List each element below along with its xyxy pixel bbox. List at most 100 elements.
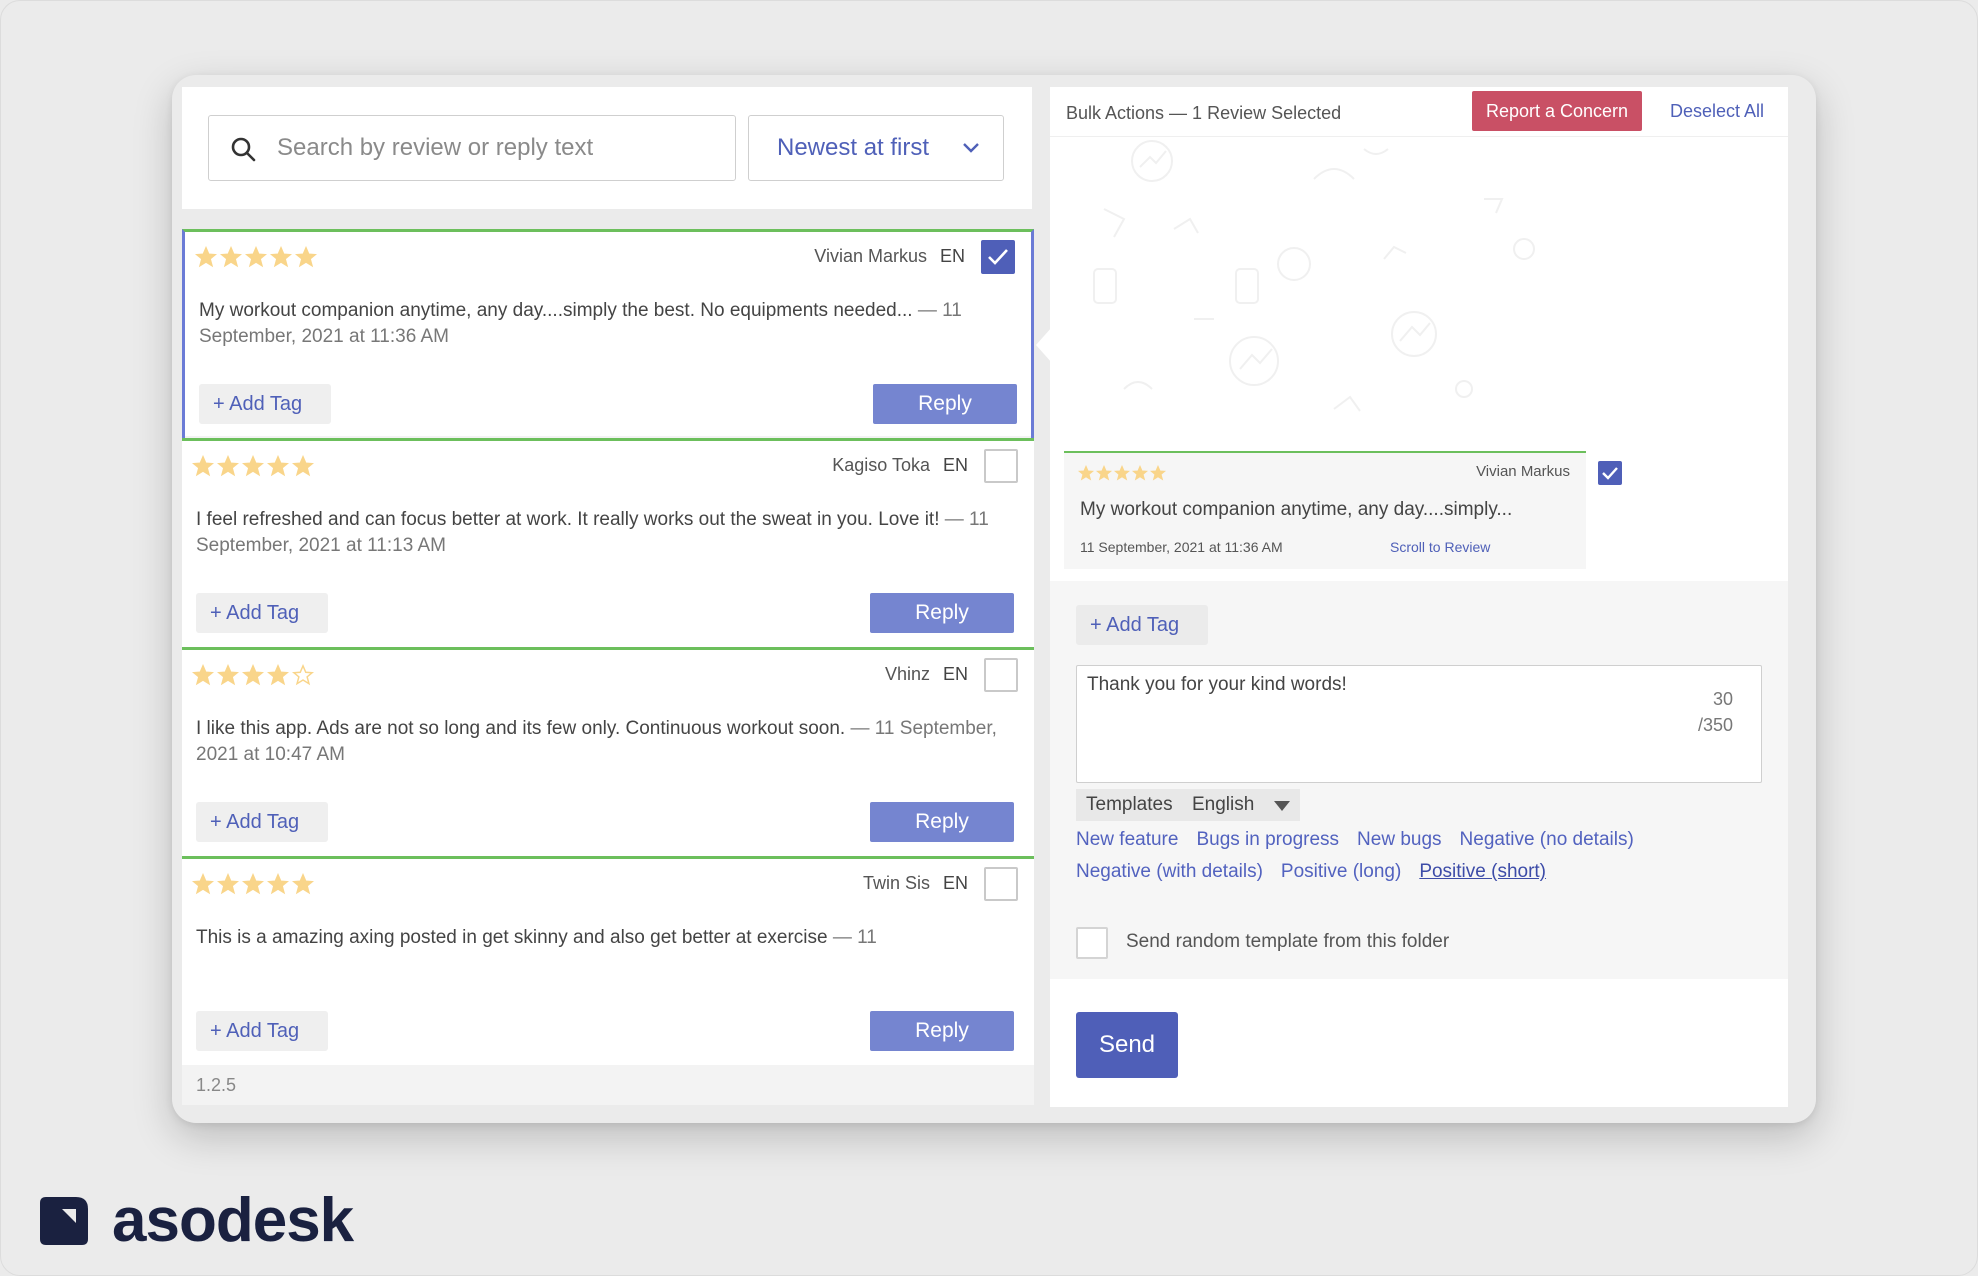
reply-button[interactable]: Reply (870, 1011, 1014, 1051)
reply-button[interactable]: Reply (873, 384, 1017, 424)
review-language: EN (939, 246, 965, 266)
reply-textbox[interactable]: 30 /350 (1076, 665, 1762, 783)
review-author: Kagiso Toka (832, 455, 930, 475)
star-filled-icon (192, 664, 214, 686)
review-language: EN (942, 873, 968, 893)
add-tag-button[interactable]: + Add Tag (199, 384, 331, 424)
star-rating (192, 664, 314, 686)
plus-icon: + (210, 602, 227, 624)
star-filled-icon (1096, 465, 1112, 481)
review-author: Vhinz (884, 664, 930, 684)
brand-name: asodesk (112, 1186, 354, 1255)
search-icon (231, 137, 256, 162)
star-filled-icon (292, 455, 314, 477)
bulk-header: Bulk Actions — 1 Review Selected Report … (1050, 87, 1788, 137)
star-filled-icon (295, 246, 317, 268)
star-rating (195, 246, 317, 268)
sort-dropdown[interactable]: Newest at first (748, 115, 1004, 181)
template-link[interactable]: Positive (long) (1281, 861, 1401, 883)
review-text: This is a amazing axing posted in get sk… (196, 927, 828, 948)
review-author: Twin Sis (862, 873, 930, 893)
add-tag-button[interactable]: + Add Tag (196, 593, 328, 633)
review-author: Vivian Markus (814, 246, 927, 266)
counter-max: /350 (1697, 715, 1733, 735)
star-filled-icon (242, 455, 264, 477)
app-version: 1.2.5 (182, 1065, 1034, 1105)
reply-textarea[interactable] (1087, 674, 1667, 770)
star-filled-icon (1132, 465, 1148, 481)
add-tag-button[interactable]: + Add Tag (196, 1011, 328, 1051)
review-text-block: I feel refreshed and can focus better at… (196, 507, 1006, 559)
bulk-add-tag-label: Add Tag (1106, 614, 1180, 636)
reply-button[interactable]: Reply (870, 593, 1014, 633)
star-rating (192, 455, 314, 477)
star-filled-icon (1150, 465, 1166, 481)
star-filled-icon (217, 664, 239, 686)
review-checkbox[interactable] (981, 240, 1015, 274)
sort-selected-label: Newest at first (777, 134, 930, 161)
chevron-down-icon (963, 143, 979, 153)
star-filled-icon (195, 246, 217, 268)
template-language-dropdown[interactable]: English (1182, 789, 1300, 821)
review-checkbox[interactable] (984, 658, 1018, 692)
random-template-checkbox[interactable] (1076, 927, 1108, 959)
add-tag-label: Add Tag (226, 811, 300, 833)
checkmark-icon (988, 249, 1008, 265)
add-tag-button[interactable]: + Add Tag (196, 802, 328, 842)
star-filled-icon (267, 664, 289, 686)
scroll-to-review-link[interactable]: Scroll to Review (1390, 539, 1490, 555)
send-button[interactable]: Send (1076, 1012, 1178, 1078)
plus-icon: + (1090, 614, 1107, 636)
template-links: New feature Bugs in progress New bugs Negat… (1076, 829, 1776, 893)
template-link[interactable]: Positive (short) (1419, 861, 1546, 883)
mini-review-text: My workout companion anytime, any day...… (1080, 499, 1513, 520)
decorative-doodle-background (1093, 140, 1535, 412)
bulk-actions-panel: Bulk Actions — 1 Review Selected Report … (1050, 87, 1788, 1107)
random-template-label: Send random template from this folder (1126, 931, 1450, 952)
template-row: Negative (with details) Positive (long) Po… (1076, 861, 1776, 883)
caret-down-icon (1274, 801, 1290, 811)
star-filled-icon (242, 873, 264, 895)
star-filled-icon (1078, 465, 1094, 481)
review-language: EN (942, 455, 968, 475)
review-language: EN (942, 664, 968, 684)
asodesk-logo-icon (40, 1197, 88, 1245)
star-filled-icon (245, 246, 267, 268)
search-panel: Newest at first (182, 87, 1032, 209)
reply-button[interactable]: Reply (870, 802, 1014, 842)
review-text-block: My workout companion anytime, any day...… (199, 298, 1009, 350)
review-checkbox[interactable] (984, 867, 1018, 901)
add-tag-label: Add Tag (226, 602, 300, 624)
review-text: My workout companion anytime, any day...… (199, 300, 913, 321)
review-text: I feel refreshed and can focus better at… (196, 509, 940, 530)
template-link[interactable]: Bugs in progress (1196, 829, 1339, 851)
template-link[interactable]: New feature (1076, 829, 1178, 851)
add-tag-label: Add Tag (226, 1020, 300, 1042)
star-filled-icon (267, 455, 289, 477)
plus-icon: + (210, 811, 227, 833)
counter-current: 30 (1712, 689, 1733, 709)
review-text-block: I like this app. Ads are not so long and… (196, 716, 1006, 768)
brand: asodesk (40, 1186, 354, 1255)
bulk-title: Bulk Actions — 1 Review Selected (1066, 103, 1342, 123)
template-link[interactable]: New bugs (1357, 829, 1442, 851)
review-text: I like this app. Ads are not so long and… (196, 718, 846, 739)
mini-review-checkbox[interactable] (1598, 461, 1622, 485)
bulk-add-tag-button[interactable]: + Add Tag (1076, 605, 1208, 645)
app-window: Newest at first Vivian Markus EN My workou… (172, 75, 1816, 1123)
template-link[interactable]: Negative (no details) (1460, 829, 1634, 851)
star-filled-icon (292, 873, 314, 895)
report-concern-button[interactable]: Report a Concern (1472, 91, 1642, 131)
deselect-all-link[interactable]: Deselect All (1670, 101, 1764, 122)
star-filled-icon (217, 873, 239, 895)
review-list: Vivian Markus EN My workout companion anyt… (182, 229, 1034, 1123)
review-checkbox[interactable] (984, 449, 1018, 483)
template-link[interactable]: Negative (with details) (1076, 861, 1263, 883)
search-input[interactable] (277, 128, 717, 168)
mini-star-rating (1078, 465, 1166, 481)
search-box[interactable] (208, 115, 736, 181)
star-rating (192, 873, 314, 895)
selected-review-preview: Vivian Markus My workout companion anyti… (1064, 451, 1586, 569)
reply-compose-area: + Add Tag 30 /350 Templates English New … (1050, 581, 1788, 979)
plus-icon: + (210, 1020, 227, 1042)
